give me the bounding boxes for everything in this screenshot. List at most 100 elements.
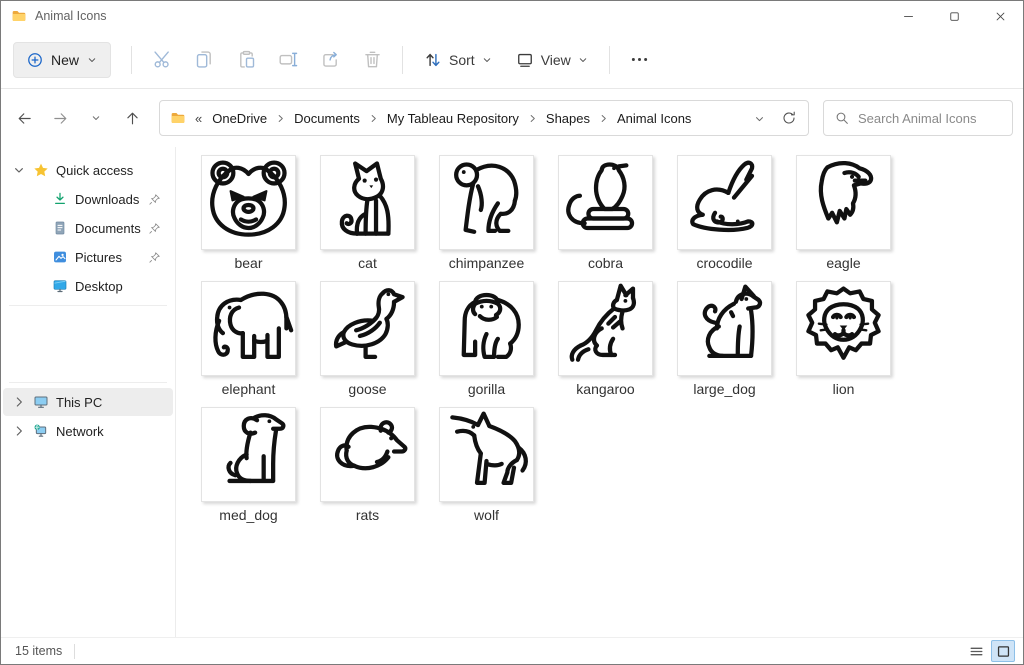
maximize-button[interactable] [931, 1, 977, 31]
recent-locations-button[interactable] [79, 101, 113, 135]
breadcrumb-item[interactable]: Documents [290, 108, 364, 129]
sidebar-item-downloads[interactable]: Downloads [3, 185, 173, 213]
file-item[interactable]: gorilla [438, 281, 535, 397]
large-thumbnails-view-toggle[interactable] [991, 640, 1015, 662]
breadcrumb-separator-icon [527, 113, 538, 124]
chevron-right-icon [11, 423, 27, 439]
maximize-icon [947, 9, 962, 24]
breadcrumb-item[interactable]: Shapes [542, 108, 594, 129]
view-button[interactable]: View [505, 42, 599, 78]
share-button[interactable] [310, 42, 350, 78]
content-area: Quick access Downloads Documents Pictures D… [1, 147, 1023, 637]
file-thumbnail [439, 155, 534, 250]
navigation-pane: Quick access Downloads Documents Pictures D… [1, 147, 176, 637]
file-name: cobra [588, 255, 623, 271]
file-name: chimpanzee [449, 255, 525, 271]
file-item[interactable]: goose [319, 281, 416, 397]
address-dropdown-button[interactable] [744, 103, 774, 133]
close-icon [993, 9, 1008, 24]
file-item[interactable]: eagle [795, 155, 892, 271]
eagle-icon [798, 155, 889, 251]
goose-icon [322, 281, 413, 377]
file-thumbnail [439, 407, 534, 502]
rename-button[interactable] [268, 42, 308, 78]
folder-icon [11, 8, 27, 24]
sidebar-item-label: Network [56, 424, 104, 439]
file-item[interactable]: bear [200, 155, 297, 271]
file-thumbnail [439, 281, 534, 376]
more-options-button[interactable] [620, 42, 660, 78]
sort-button[interactable]: Sort [413, 42, 503, 78]
file-thumbnail [201, 155, 296, 250]
file-thumbnail [201, 407, 296, 502]
back-button[interactable] [7, 101, 41, 135]
file-name: cat [358, 255, 377, 271]
breadcrumb-separator-icon [598, 113, 609, 124]
file-item[interactable]: chimpanzee [438, 155, 535, 271]
file-item[interactable]: med_dog [200, 407, 297, 523]
file-item[interactable]: lion [795, 281, 892, 397]
paste-button[interactable] [226, 42, 266, 78]
sidebar-divider [9, 305, 167, 306]
chevron-down-icon[interactable] [11, 162, 27, 178]
file-item[interactable]: cobra [557, 155, 654, 271]
file-item[interactable]: rats [319, 407, 416, 523]
new-button[interactable]: New [13, 42, 111, 78]
file-name: crocodile [696, 255, 752, 271]
command-bar: New Sort View [1, 31, 1023, 89]
refresh-button[interactable] [774, 103, 804, 133]
search-input[interactable] [824, 101, 1012, 135]
copy-button[interactable] [184, 42, 224, 78]
file-name: eagle [826, 255, 860, 271]
sidebar-item-network[interactable]: Network [3, 417, 173, 445]
sidebar-spacer [1, 311, 175, 377]
pictures-icon [52, 249, 68, 265]
delete-button[interactable] [352, 42, 392, 78]
sidebar-item-quick-access[interactable]: Quick access [3, 156, 173, 184]
file-thumbnail [201, 281, 296, 376]
sidebar-item-documents[interactable]: Documents [3, 214, 173, 242]
cat-icon [322, 155, 413, 251]
close-button[interactable] [977, 1, 1023, 31]
details-view-toggle[interactable] [964, 640, 988, 662]
title-bar: Animal Icons [1, 1, 1023, 31]
breadcrumb-item[interactable]: OneDrive [208, 108, 271, 129]
minimize-button[interactable] [885, 1, 931, 31]
file-item[interactable]: wolf [438, 407, 535, 523]
chevron-down-icon [577, 54, 589, 66]
sidebar-item-label: Downloads [75, 192, 139, 207]
address-box[interactable]: « OneDrive Documents My Tableau Repository… [159, 100, 809, 136]
up-button[interactable] [115, 101, 149, 135]
star-icon [33, 162, 49, 178]
chevron-down-icon [90, 112, 102, 124]
file-item[interactable]: cat [319, 155, 416, 271]
sidebar-item-desktop[interactable]: Desktop [3, 272, 173, 300]
forward-button[interactable] [43, 101, 77, 135]
file-item[interactable]: elephant [200, 281, 297, 397]
file-thumbnail [320, 155, 415, 250]
network-icon [33, 423, 49, 439]
documents-icon [52, 220, 68, 236]
breadcrumb-item[interactable]: Animal Icons [613, 108, 695, 129]
large-dog-icon [679, 281, 770, 377]
sidebar-item-pictures[interactable]: Pictures [3, 243, 173, 271]
file-item[interactable]: kangaroo [557, 281, 654, 397]
file-name: elephant [222, 381, 276, 397]
thumbnail-view-icon [995, 643, 1012, 660]
minimize-icon [901, 9, 916, 24]
file-name: wolf [474, 507, 499, 523]
new-button-label: New [51, 52, 79, 68]
back-arrow-icon [16, 110, 33, 127]
breadcrumb-overflow[interactable]: « [186, 111, 208, 126]
file-item[interactable]: crocodile [676, 155, 773, 271]
sidebar-item-this-pc[interactable]: This PC [3, 388, 173, 416]
breadcrumb-item[interactable]: My Tableau Repository [383, 108, 523, 129]
trash-icon [362, 49, 383, 70]
file-thumbnail [677, 155, 772, 250]
toolbar-divider [131, 46, 132, 74]
this-pc-icon [33, 394, 49, 410]
file-item[interactable]: large_dog [676, 281, 773, 397]
sidebar-item-label: Pictures [75, 250, 122, 265]
cut-button[interactable] [142, 42, 182, 78]
toolbar-divider [402, 46, 403, 74]
